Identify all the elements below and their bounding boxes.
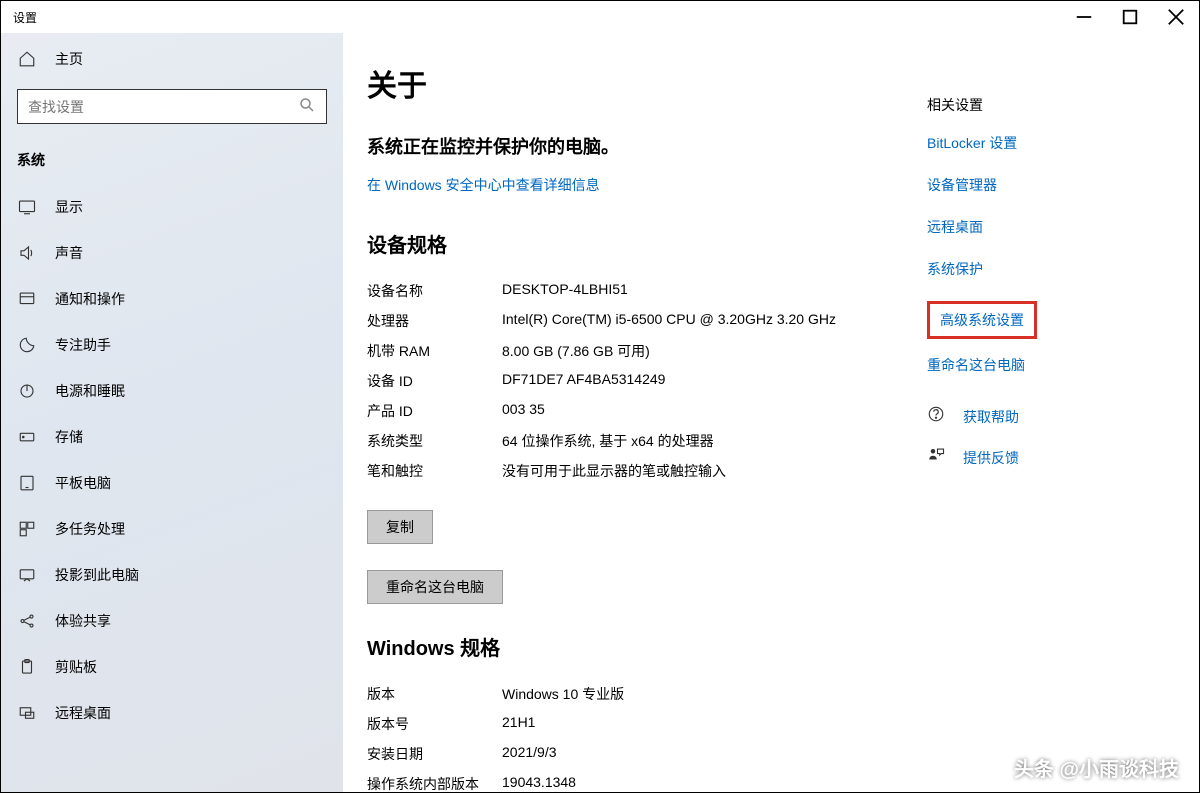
nav-remote[interactable]: 远程桌面 <box>1 690 343 736</box>
spec-row: 设备名称DESKTOP-4LBHI51 <box>367 276 907 306</box>
advanced-system-settings-highlight: 高级系统设置 <box>927 301 1037 339</box>
feedback-link[interactable]: 提供反馈 <box>963 448 1019 468</box>
spec-row: 处理器Intel(R) Core(TM) i5-6500 CPU @ 3.20G… <box>367 306 907 336</box>
nav-clipboard[interactable]: 剪贴板 <box>1 644 343 690</box>
search-icon <box>298 96 316 117</box>
close-button[interactable] <box>1153 1 1199 33</box>
focus-icon <box>17 336 37 354</box>
nav-shared[interactable]: 体验共享 <box>1 598 343 644</box>
nav-multitask[interactable]: 多任务处理 <box>1 506 343 552</box>
spec-row: 操作系统内部版本19043.1348 <box>367 769 907 792</box>
bitlocker-link[interactable]: BitLocker 设置 <box>927 133 1167 153</box>
minimize-button[interactable] <box>1061 1 1107 33</box>
power-icon <box>17 382 37 400</box>
nav-storage[interactable]: 存储 <box>1 414 343 460</box>
nav-label: 远程桌面 <box>55 703 111 723</box>
security-center-link[interactable]: 在 Windows 安全中心中查看详细信息 <box>367 175 907 195</box>
spec-row: 设备 IDDF71DE7 AF4BA5314249 <box>367 366 907 396</box>
maximize-button[interactable] <box>1107 1 1153 33</box>
nav-label: 投影到此电脑 <box>55 565 139 585</box>
notification-icon <box>17 290 37 308</box>
advanced-system-settings-link[interactable]: 高级系统设置 <box>940 310 1024 330</box>
nav-focus[interactable]: 专注助手 <box>1 322 343 368</box>
storage-icon <box>17 428 37 446</box>
spec-row: 版本Windows 10 专业版 <box>367 679 907 709</box>
nav-label: 平板电脑 <box>55 473 111 493</box>
spec-row: 产品 ID003 35 <box>367 396 907 426</box>
nav-label: 剪贴板 <box>55 657 97 677</box>
related-settings-panel: 相关设置 BitLocker 设置 设备管理器 远程桌面 系统保护 高级系统设置… <box>907 61 1167 772</box>
remote-icon <box>17 704 37 722</box>
device-spec-table: 设备名称DESKTOP-4LBHI51 处理器Intel(R) Core(TM)… <box>367 276 907 486</box>
protection-subtitle: 系统正在监控并保护你的电脑。 <box>367 133 907 159</box>
titlebar: 设置 <box>1 1 1199 33</box>
nav-label: 通知和操作 <box>55 289 125 309</box>
nav-label: 多任务处理 <box>55 519 125 539</box>
rename-pc-link[interactable]: 重命名这台电脑 <box>927 355 1167 375</box>
watermark: 头条 @小雨谈科技 <box>1014 753 1179 782</box>
section-header: 系统 <box>1 142 343 184</box>
nav-projecting[interactable]: 投影到此电脑 <box>1 552 343 598</box>
nav-notifications[interactable]: 通知和操作 <box>1 276 343 322</box>
spec-row: 系统类型64 位操作系统, 基于 x64 的处理器 <box>367 426 907 456</box>
search-input[interactable] <box>28 99 298 115</box>
spec-row: 笔和触控没有可用于此显示器的笔或触控输入 <box>367 456 907 486</box>
home-icon <box>17 50 37 68</box>
nav-label: 声音 <box>55 243 83 263</box>
sound-icon <box>17 244 37 262</box>
windows-spec-header: Windows 规格 <box>367 632 907 661</box>
nav-label: 体验共享 <box>55 611 111 631</box>
home-label: 主页 <box>55 49 83 69</box>
help-icon <box>927 405 949 428</box>
get-help-link[interactable]: 获取帮助 <box>963 407 1019 427</box>
page-title: 关于 <box>367 61 907 105</box>
spec-row: 机带 RAM8.00 GB (7.86 GB 可用) <box>367 336 907 366</box>
nav-sound[interactable]: 声音 <box>1 230 343 276</box>
clipboard-icon <box>17 658 37 676</box>
related-header: 相关设置 <box>927 95 1167 115</box>
multitask-icon <box>17 520 37 538</box>
feedback-icon <box>927 446 949 469</box>
system-protection-link[interactable]: 系统保护 <box>927 259 1167 279</box>
nav-tablet[interactable]: 平板电脑 <box>1 460 343 506</box>
copy-button[interactable]: 复制 <box>367 510 433 544</box>
feedback-row[interactable]: 提供反馈 <box>927 446 1167 469</box>
remote-desktop-link[interactable]: 远程桌面 <box>927 217 1167 237</box>
window-controls <box>1061 1 1199 33</box>
content-area: 关于 系统正在监控并保护你的电脑。 在 Windows 安全中心中查看详细信息 … <box>343 33 1199 792</box>
tablet-icon <box>17 474 37 492</box>
rename-pc-button[interactable]: 重命名这台电脑 <box>367 570 503 604</box>
share-icon <box>17 612 37 630</box>
get-help-row[interactable]: 获取帮助 <box>927 405 1167 428</box>
nav-power[interactable]: 电源和睡眠 <box>1 368 343 414</box>
nav-display[interactable]: 显示 <box>1 184 343 230</box>
nav-label: 存储 <box>55 427 83 447</box>
sidebar: 主页 系统 显示 声音 通知和操作 专注助手 电源和睡眠 存储 平板电脑 多任务… <box>1 33 343 792</box>
nav-label: 电源和睡眠 <box>55 381 125 401</box>
project-icon <box>17 566 37 584</box>
device-manager-link[interactable]: 设备管理器 <box>927 175 1167 195</box>
nav-label: 显示 <box>55 197 83 217</box>
window-title: 设置 <box>13 9 37 26</box>
display-icon <box>17 198 37 216</box>
search-box[interactable] <box>17 89 327 124</box>
home-nav[interactable]: 主页 <box>1 41 343 77</box>
spec-row: 版本号21H1 <box>367 709 907 739</box>
device-spec-header: 设备规格 <box>367 229 907 258</box>
nav-label: 专注助手 <box>55 335 111 355</box>
windows-spec-table: 版本Windows 10 专业版 版本号21H1 安装日期2021/9/3 操作… <box>367 679 907 792</box>
spec-row: 安装日期2021/9/3 <box>367 739 907 769</box>
